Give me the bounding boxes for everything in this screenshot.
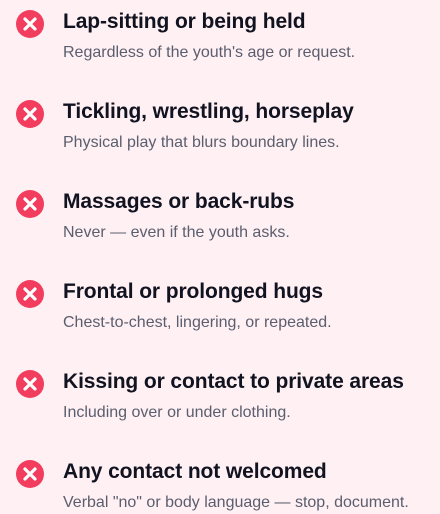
item-title: Kissing or contact to private areas — [63, 370, 404, 393]
list-item: Frontal or prolonged hugs Chest-to-chest… — [0, 274, 440, 334]
x-circle-icon — [15, 189, 45, 219]
list-item: Any contact not welcomed Verbal "no" or … — [0, 454, 440, 514]
prohibited-contact-list: Lap-sitting or being held Regardless of … — [0, 0, 440, 511]
item-description: Regardless of the youth's age or request… — [63, 44, 356, 61]
list-item: Massages or back-rubs Never — even if th… — [0, 184, 440, 244]
list-item: Lap-sitting or being held Regardless of … — [0, 4, 440, 64]
item-description: Verbal "no" or body language — stop, doc… — [63, 494, 409, 511]
x-circle-icon — [15, 369, 45, 399]
x-circle-icon — [15, 9, 45, 39]
item-description: Never — even if the youth asks. — [63, 224, 290, 241]
x-circle-icon — [15, 99, 45, 129]
item-description: Including over or under clothing. — [63, 404, 291, 421]
item-title: Lap-sitting or being held — [63, 10, 306, 33]
x-circle-icon — [15, 279, 45, 309]
list-item: Tickling, wrestling, horseplay Physical … — [0, 94, 440, 154]
item-description: Chest-to-chest, lingering, or repeated. — [63, 314, 332, 331]
item-title: Massages or back-rubs — [63, 190, 295, 213]
item-description: Physical play that blurs boundary lines. — [63, 134, 340, 151]
item-title: Tickling, wrestling, horseplay — [63, 100, 354, 123]
item-title: Any contact not welcomed — [63, 460, 327, 483]
list-item: Kissing or contact to private areas Incl… — [0, 364, 440, 424]
x-circle-icon — [15, 459, 45, 489]
item-title: Frontal or prolonged hugs — [63, 280, 323, 303]
